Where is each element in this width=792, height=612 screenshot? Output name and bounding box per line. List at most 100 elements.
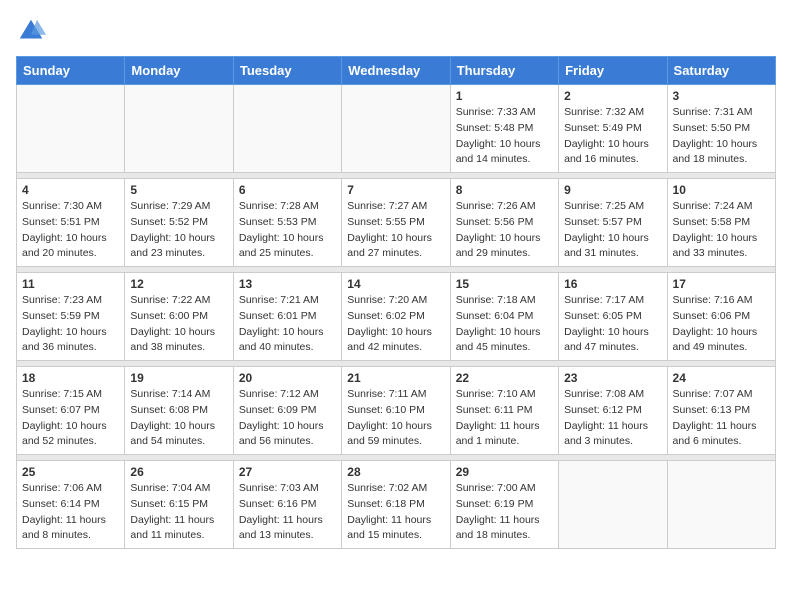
day-number: 1: [456, 89, 553, 103]
day-number: 13: [239, 277, 336, 291]
day-info: Sunrise: 7:30 AM Sunset: 5:51 PM Dayligh…: [22, 199, 119, 262]
column-header-thursday: Thursday: [450, 57, 558, 85]
logo: [16, 16, 50, 46]
calendar-cell: 28 Sunrise: 7:02 AM Sunset: 6:18 PM Dayli…: [342, 461, 450, 549]
header: [16, 16, 776, 46]
day-info: Sunrise: 7:28 AM Sunset: 5:53 PM Dayligh…: [239, 199, 336, 262]
calendar-cell: 14 Sunrise: 7:20 AM Sunset: 6:02 PM Dayli…: [342, 273, 450, 361]
day-number: 26: [130, 465, 227, 479]
column-header-sunday: Sunday: [17, 57, 125, 85]
day-info: Sunrise: 7:10 AM Sunset: 6:11 PM Dayligh…: [456, 387, 553, 450]
day-number: 23: [564, 371, 661, 385]
calendar-cell: 8 Sunrise: 7:26 AM Sunset: 5:56 PM Daylig…: [450, 179, 558, 267]
calendar-cell: 3 Sunrise: 7:31 AM Sunset: 5:50 PM Daylig…: [667, 85, 775, 173]
day-number: 2: [564, 89, 661, 103]
day-info: Sunrise: 7:02 AM Sunset: 6:18 PM Dayligh…: [347, 481, 444, 544]
day-info: Sunrise: 7:12 AM Sunset: 6:09 PM Dayligh…: [239, 387, 336, 450]
day-number: 29: [456, 465, 553, 479]
day-number: 8: [456, 183, 553, 197]
calendar-cell: 11 Sunrise: 7:23 AM Sunset: 5:59 PM Dayli…: [17, 273, 125, 361]
column-header-wednesday: Wednesday: [342, 57, 450, 85]
day-info: Sunrise: 7:23 AM Sunset: 5:59 PM Dayligh…: [22, 293, 119, 356]
day-info: Sunrise: 7:11 AM Sunset: 6:10 PM Dayligh…: [347, 387, 444, 450]
calendar-cell: 9 Sunrise: 7:25 AM Sunset: 5:57 PM Daylig…: [559, 179, 667, 267]
day-number: 14: [347, 277, 444, 291]
calendar-cell: 23Sunrise: 7:08 AM Sunset: 6:12 PM Dayli…: [559, 367, 667, 455]
calendar-cell: 13 Sunrise: 7:21 AM Sunset: 6:01 PM Dayli…: [233, 273, 341, 361]
calendar-week-3: 18 Sunrise: 7:15 AM Sunset: 6:07 PM Dayli…: [17, 367, 776, 455]
day-info: Sunrise: 7:14 AM Sunset: 6:08 PM Dayligh…: [130, 387, 227, 450]
calendar-week-1: 4 Sunrise: 7:30 AM Sunset: 5:51 PM Daylig…: [17, 179, 776, 267]
day-number: 18: [22, 371, 119, 385]
calendar-cell: 6 Sunrise: 7:28 AM Sunset: 5:53 PM Daylig…: [233, 179, 341, 267]
calendar-cell: 7 Sunrise: 7:27 AM Sunset: 5:55 PM Daylig…: [342, 179, 450, 267]
day-number: 12: [130, 277, 227, 291]
day-number: 20: [239, 371, 336, 385]
calendar-cell: 19Sunrise: 7:14 AM Sunset: 6:08 PM Dayli…: [125, 367, 233, 455]
day-info: Sunrise: 7:07 AM Sunset: 6:13 PM Dayligh…: [673, 387, 770, 450]
calendar-cell: 20 Sunrise: 7:12 AM Sunset: 6:09 PM Dayli…: [233, 367, 341, 455]
day-number: 16: [564, 277, 661, 291]
day-info: Sunrise: 7:32 AM Sunset: 5:49 PM Dayligh…: [564, 105, 661, 168]
column-header-tuesday: Tuesday: [233, 57, 341, 85]
day-info: Sunrise: 7:24 AM Sunset: 5:58 PM Dayligh…: [673, 199, 770, 262]
day-number: 10: [673, 183, 770, 197]
day-number: 22: [456, 371, 553, 385]
calendar: SundayMondayTuesdayWednesdayThursdayFrid…: [16, 56, 776, 549]
calendar-cell: 29 Sunrise: 7:00 AM Sunset: 6:19 PM Dayli…: [450, 461, 558, 549]
day-info: Sunrise: 7:15 AM Sunset: 6:07 PM Dayligh…: [22, 387, 119, 450]
day-number: 9: [564, 183, 661, 197]
calendar-cell: 21 Sunrise: 7:11 AM Sunset: 6:10 PM Dayli…: [342, 367, 450, 455]
day-number: 21: [347, 371, 444, 385]
day-info: Sunrise: 7:33 AM Sunset: 5:48 PM Dayligh…: [456, 105, 553, 168]
day-number: 3: [673, 89, 770, 103]
day-info: Sunrise: 7:18 AM Sunset: 6:04 PM Dayligh…: [456, 293, 553, 356]
day-info: Sunrise: 7:20 AM Sunset: 6:02 PM Dayligh…: [347, 293, 444, 356]
calendar-cell: [342, 85, 450, 173]
calendar-week-0: 1 Sunrise: 7:33 AM Sunset: 5:48 PM Daylig…: [17, 85, 776, 173]
day-info: Sunrise: 7:04 AM Sunset: 6:15 PM Dayligh…: [130, 481, 227, 544]
column-header-monday: Monday: [125, 57, 233, 85]
logo-icon: [16, 16, 46, 46]
calendar-cell: 1 Sunrise: 7:33 AM Sunset: 5:48 PM Daylig…: [450, 85, 558, 173]
calendar-week-4: 25Sunrise: 7:06 AM Sunset: 6:14 PM Dayli…: [17, 461, 776, 549]
calendar-cell: 16Sunrise: 7:17 AM Sunset: 6:05 PM Dayli…: [559, 273, 667, 361]
calendar-header-row: SundayMondayTuesdayWednesdayThursdayFrid…: [17, 57, 776, 85]
day-info: Sunrise: 7:27 AM Sunset: 5:55 PM Dayligh…: [347, 199, 444, 262]
calendar-cell: [17, 85, 125, 173]
calendar-cell: [667, 461, 775, 549]
column-header-friday: Friday: [559, 57, 667, 85]
day-number: 24: [673, 371, 770, 385]
calendar-cell: 12 Sunrise: 7:22 AM Sunset: 6:00 PM Dayli…: [125, 273, 233, 361]
day-info: Sunrise: 7:03 AM Sunset: 6:16 PM Dayligh…: [239, 481, 336, 544]
calendar-cell: 2 Sunrise: 7:32 AM Sunset: 5:49 PM Daylig…: [559, 85, 667, 173]
calendar-cell: 15 Sunrise: 7:18 AM Sunset: 6:04 PM Dayli…: [450, 273, 558, 361]
calendar-cell: 27 Sunrise: 7:03 AM Sunset: 6:16 PM Dayli…: [233, 461, 341, 549]
calendar-cell: 5 Sunrise: 7:29 AM Sunset: 5:52 PM Daylig…: [125, 179, 233, 267]
day-number: 5: [130, 183, 227, 197]
day-info: Sunrise: 7:29 AM Sunset: 5:52 PM Dayligh…: [130, 199, 227, 262]
day-number: 17: [673, 277, 770, 291]
day-number: 27: [239, 465, 336, 479]
calendar-cell: 4 Sunrise: 7:30 AM Sunset: 5:51 PM Daylig…: [17, 179, 125, 267]
day-info: Sunrise: 7:26 AM Sunset: 5:56 PM Dayligh…: [456, 199, 553, 262]
day-info: Sunrise: 7:31 AM Sunset: 5:50 PM Dayligh…: [673, 105, 770, 168]
day-number: 25: [22, 465, 119, 479]
day-info: Sunrise: 7:00 AM Sunset: 6:19 PM Dayligh…: [456, 481, 553, 544]
day-info: Sunrise: 7:16 AM Sunset: 6:06 PM Dayligh…: [673, 293, 770, 356]
day-number: 15: [456, 277, 553, 291]
day-info: Sunrise: 7:21 AM Sunset: 6:01 PM Dayligh…: [239, 293, 336, 356]
calendar-cell: [233, 85, 341, 173]
day-number: 6: [239, 183, 336, 197]
day-number: 11: [22, 277, 119, 291]
day-number: 7: [347, 183, 444, 197]
calendar-cell: 18 Sunrise: 7:15 AM Sunset: 6:07 PM Dayli…: [17, 367, 125, 455]
calendar-cell: [125, 85, 233, 173]
day-info: Sunrise: 7:25 AM Sunset: 5:57 PM Dayligh…: [564, 199, 661, 262]
day-number: 4: [22, 183, 119, 197]
day-number: 28: [347, 465, 444, 479]
calendar-cell: 26 Sunrise: 7:04 AM Sunset: 6:15 PM Dayli…: [125, 461, 233, 549]
calendar-cell: 24 Sunrise: 7:07 AM Sunset: 6:13 PM Dayli…: [667, 367, 775, 455]
calendar-cell: 10 Sunrise: 7:24 AM Sunset: 5:58 PM Dayli…: [667, 179, 775, 267]
day-info: Sunrise: 7:22 AM Sunset: 6:00 PM Dayligh…: [130, 293, 227, 356]
